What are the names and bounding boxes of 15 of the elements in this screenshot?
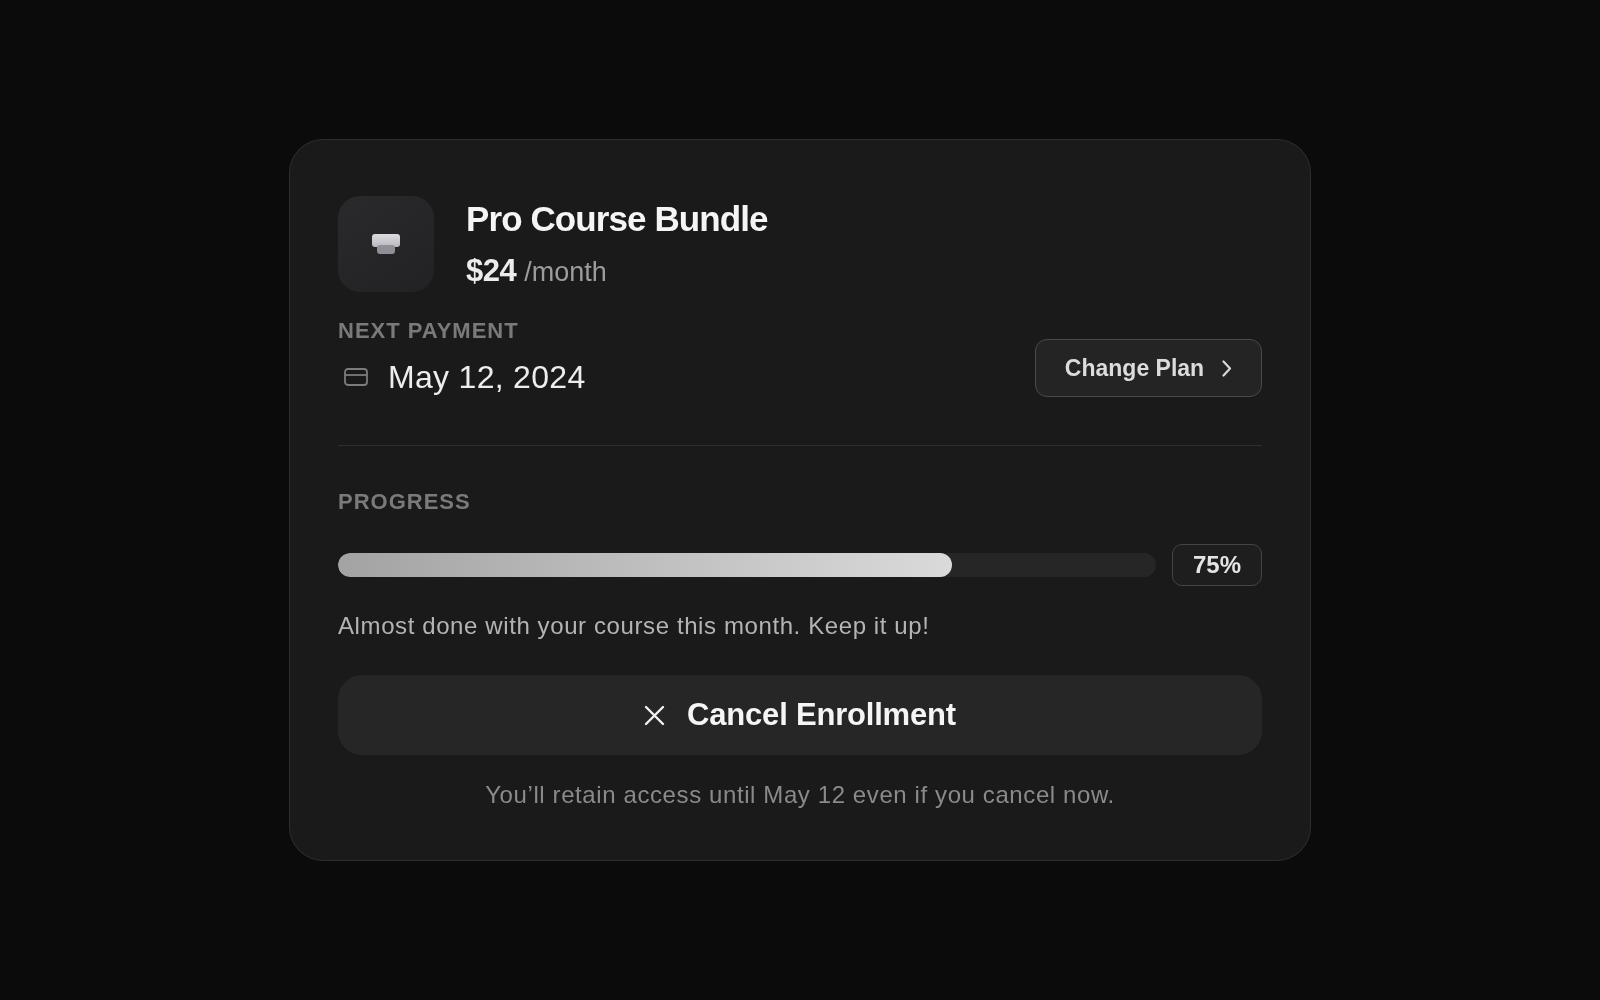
- payment-date: May 12, 2024: [388, 358, 586, 397]
- change-plan-button[interactable]: Change Plan: [1035, 339, 1262, 397]
- next-payment-label: NEXT PAYMENT: [338, 318, 520, 344]
- progress-message: Almost done with your course this month. Keep it up!: [338, 611, 931, 641]
- price-text: $24: [466, 251, 517, 290]
- progress-label: PROGRESS: [338, 489, 472, 515]
- credit-card-icon: [344, 368, 368, 386]
- progress-percentage: 75%: [1172, 544, 1262, 586]
- access-note: You’ll retain access until May 12 even if you cancel now.: [484, 780, 1116, 810]
- block-icon: [338, 196, 434, 292]
- cancel-enrollment-button[interactable]: Cancel Enrollment: [338, 675, 1262, 755]
- product-title: Pro Course Bundle: [466, 197, 768, 240]
- close-icon: [644, 704, 666, 726]
- chevron-right-icon: [1222, 359, 1233, 377]
- billing-period-text: /month: [524, 255, 607, 289]
